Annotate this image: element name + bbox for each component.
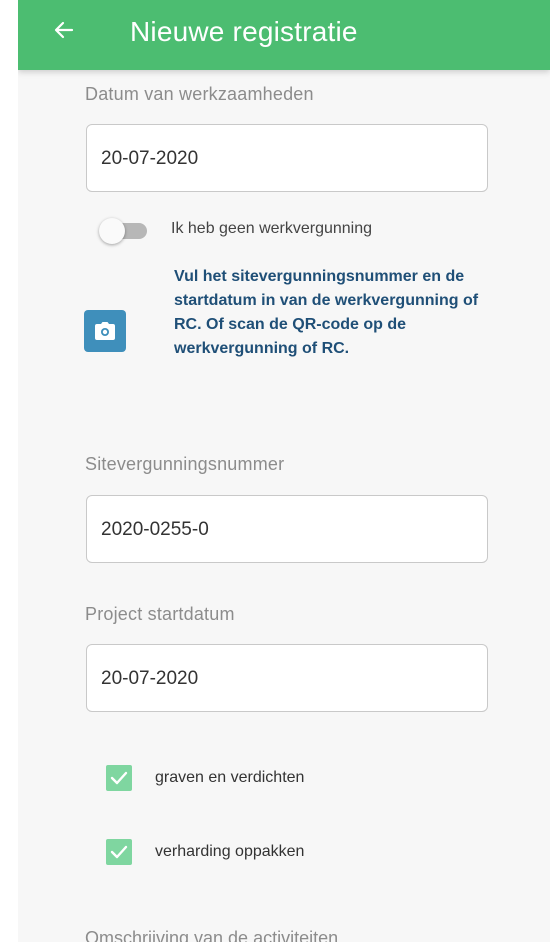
project-start-label: Project startdatum: [85, 604, 235, 624]
project-start-field[interactable]: 20-07-2020: [86, 644, 488, 712]
activity-label: verharding oppakken: [155, 843, 305, 860]
description-label: Omschrijving van de activiteiten: [85, 928, 339, 942]
no-permit-toggle-label: Ik heb geen werkvergunning: [171, 220, 373, 237]
app-screen: Nieuwe registratie Datum van werkzaamhed…: [18, 0, 550, 942]
activity-checkbox[interactable]: [106, 839, 132, 865]
app-bar: Nieuwe registratie: [18, 0, 550, 70]
arrow-left-icon: [54, 21, 74, 39]
scan-qr-button[interactable]: [84, 310, 126, 352]
no-permit-toggle[interactable]: [99, 218, 155, 244]
permit-info-text: Vul het sitevergunningsnummer en de star…: [174, 268, 479, 357]
site-permit-field[interactable]: 2020-0255-0: [86, 495, 488, 563]
back-button[interactable]: [52, 18, 76, 42]
project-start-value: 20-07-2020: [101, 668, 199, 689]
activity-label: graven en verdichten: [155, 769, 305, 786]
site-permit-value: 2020-0255-0: [101, 519, 209, 540]
site-permit-label: Sitevergunningsnummer: [85, 454, 285, 474]
page-title: Nieuwe registratie: [130, 16, 358, 47]
toggle-knob: [99, 218, 125, 244]
checkmark-icon: [110, 771, 128, 785]
date-field[interactable]: 20-07-2020: [86, 124, 488, 192]
activity-checkbox[interactable]: [106, 765, 132, 791]
date-value: 20-07-2020: [101, 148, 199, 169]
checkmark-icon: [110, 845, 128, 859]
camera-icon: [95, 322, 115, 340]
date-label: Datum van werkzaamheden: [85, 84, 314, 104]
